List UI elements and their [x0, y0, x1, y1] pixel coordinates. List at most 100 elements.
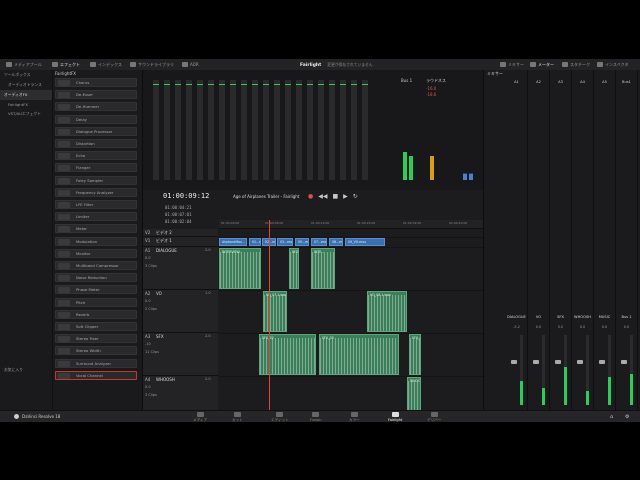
effect-item[interactable]: Soft Clipper — [55, 322, 137, 331]
tree-item-toolbox[interactable]: ツールボックス — [0, 70, 52, 80]
effect-item[interactable]: De-Hummer — [55, 102, 137, 112]
tree-item-fairlightfx[interactable]: FairlightFX — [0, 100, 52, 109]
effect-item[interactable]: LFE Filter — [55, 200, 137, 209]
effect-item[interactable]: Monitor — [55, 248, 137, 258]
track-name[interactable]: WHOOSH — [156, 377, 175, 382]
track-volume[interactable]: 0.0 — [145, 256, 151, 260]
audio-clip[interactable]: SFX_03 — [319, 334, 399, 375]
nav-edit-page[interactable]: エディット — [271, 412, 289, 422]
volume-fader[interactable] — [511, 360, 517, 364]
video-clip[interactable]: 01...mov — [249, 238, 261, 246]
favorites-header[interactable]: お気に入り — [0, 365, 27, 375]
effect-item[interactable]: Multiband Compressor — [55, 261, 137, 270]
toolbar-inspector[interactable]: インスペクタ — [597, 61, 628, 68]
effect-item[interactable]: Pitch — [55, 297, 137, 307]
effect-item[interactable]: Limiter — [55, 212, 137, 222]
volume-fader[interactable] — [599, 360, 605, 364]
audio-clip[interactable]: VO_08 1.wav — [367, 291, 407, 332]
effect-item[interactable]: Frequency Analyzer — [55, 187, 137, 197]
nav-fusion-page[interactable]: Fusion — [310, 412, 322, 422]
audio-clip[interactable]: VO_07 1.wav — [263, 291, 287, 332]
video-clip[interactable]: AirplaneMov... — [219, 238, 247, 246]
mixer-channel[interactable]: A1 DIALOGUE -5.2 — [506, 70, 528, 410]
video-clip[interactable]: 05...mov — [295, 238, 309, 246]
toolbar-sound-library[interactable]: サウンドライブラリ — [130, 61, 174, 68]
effect-item[interactable]: Flanger — [55, 163, 137, 173]
mixer-channel[interactable]: A4 WHOOSH 0.0 — [572, 70, 594, 410]
effect-item[interactable]: Noise Reduction — [55, 273, 137, 283]
track-lane[interactable]: INTERVIEW... INTE... INTE... — [219, 247, 483, 291]
toolbar-index[interactable]: インデックス — [90, 61, 122, 68]
effect-item[interactable]: Phase Meter — [55, 285, 137, 295]
play-icon[interactable]: ▶ — [343, 193, 348, 200]
rewind-icon[interactable]: ◀◀ — [318, 193, 327, 200]
effect-item[interactable]: Delay — [55, 114, 137, 124]
playhead[interactable] — [269, 220, 270, 410]
home-icon[interactable]: ⌂ — [610, 414, 613, 420]
effect-item[interactable]: Echo — [55, 151, 137, 161]
track-lane[interactable]: SFX_02 SFX_03 SFX_05 — [219, 333, 483, 377]
track-volume[interactable]: 0.0 — [145, 385, 151, 389]
effect-item[interactable]: Meter — [55, 224, 137, 234]
tree-item-vst[interactable]: VST/AUエフェクト — [0, 109, 52, 119]
record-icon[interactable]: ● — [308, 193, 313, 200]
track-header[interactable]: V1 ビデオ 1 — [143, 237, 218, 247]
effect-item[interactable]: Modulation — [55, 236, 137, 246]
volume-fader[interactable] — [621, 360, 627, 364]
video-clip[interactable]: 08...mov — [329, 238, 343, 246]
track-name[interactable]: VO — [156, 291, 162, 296]
nav-media-page[interactable]: メディア — [193, 412, 207, 422]
audio-clip[interactable]: INTE... — [289, 248, 299, 289]
volume-fader[interactable] — [555, 360, 561, 364]
timeline-name[interactable]: Age of Airplanes Trailer - Fairlight — [233, 194, 299, 199]
nav-deliver-page[interactable]: デリバー — [427, 412, 441, 422]
track-name[interactable]: ビデオ 1 — [156, 238, 172, 244]
stop-icon[interactable]: ■ — [332, 193, 338, 200]
track-header[interactable]: V2 ビデオ 2 — [143, 229, 218, 237]
loop-icon[interactable]: ↻ — [353, 193, 358, 200]
toolbar-adr[interactable]: ADR — [182, 61, 199, 68]
effect-item[interactable]: Vocal Channel — [55, 370, 137, 380]
track-lane[interactable]: VO_07 1.wav VO_08 1.wav — [219, 290, 483, 334]
effect-item[interactable]: Foley Sampler — [55, 175, 137, 185]
track-volume[interactable]: 0.0 — [145, 299, 151, 303]
audio-clip[interactable]: SFX_05 — [409, 334, 421, 375]
track-header[interactable]: A1 DIALOGUE 0.0 3 Clips 2.0 — [143, 247, 218, 290]
nav-color-page[interactable]: カラー — [349, 412, 360, 422]
video-clip[interactable]: 03...mov — [277, 238, 293, 246]
volume-fader[interactable] — [533, 360, 539, 364]
track-name[interactable]: DIALOGUE — [156, 248, 177, 253]
audio-clip[interactable]: INTERVIEW... — [219, 248, 261, 289]
audio-clip[interactable]: SFX_02 — [259, 334, 316, 375]
mixer-channel[interactable]: Bus1 Bus 1 0.0 — [616, 70, 638, 410]
track-name[interactable]: ビデオ 2 — [156, 230, 172, 236]
toolbar-mixer[interactable]: ミキサー — [500, 61, 524, 68]
mixer-channel[interactable]: A2 VO 0.0 — [528, 70, 550, 410]
timeline-ruler[interactable]: 01:00:00:00 01:00:08:00 01:00:16:00 01:0… — [219, 220, 483, 229]
settings-icon[interactable]: ⚙ — [625, 414, 629, 420]
effect-item[interactable]: De-Esser — [55, 90, 137, 100]
audio-clip[interactable]: INTE... — [311, 248, 335, 289]
tree-item-audio-fx[interactable]: オーディオFX — [0, 90, 52, 100]
effect-item[interactable]: Stereo Width — [55, 346, 137, 356]
nav-cut-page[interactable]: カット — [232, 412, 243, 422]
effect-item[interactable]: Dialogue Processor — [55, 126, 137, 136]
video-clip[interactable]: 07...mov — [311, 238, 327, 246]
effect-item[interactable]: Surround Analyzer — [55, 358, 137, 368]
effect-item[interactable]: Reverb — [55, 309, 137, 319]
toolbar-effects[interactable]: エフェクト — [52, 61, 80, 68]
toolbar-metadata[interactable]: スタチーク — [562, 61, 590, 68]
video-clip[interactable]: 09_VO.mov — [345, 238, 385, 246]
effect-item[interactable]: Distortion — [55, 139, 137, 148]
track-name[interactable]: SFX — [156, 334, 164, 339]
track-header[interactable]: A3 SFX -10 11 Clips 2.0 — [143, 333, 218, 376]
nav-fairlight-page[interactable]: Fairlight — [388, 412, 402, 422]
tree-item-audio-transitions[interactable]: オーディオトランス — [0, 80, 52, 90]
toolbar-media-pool[interactable]: メディアプール — [6, 61, 42, 68]
toolbar-meters[interactable]: メーター — [530, 61, 554, 68]
track-header[interactable]: A2 VO 0.0 2 Clips 1.0 — [143, 290, 218, 333]
effect-item[interactable]: Chorus — [55, 78, 137, 87]
mixer-channel[interactable]: A3 SFX 0.0 — [550, 70, 572, 410]
track-volume[interactable]: -10 — [145, 342, 151, 346]
volume-fader[interactable] — [577, 360, 583, 364]
